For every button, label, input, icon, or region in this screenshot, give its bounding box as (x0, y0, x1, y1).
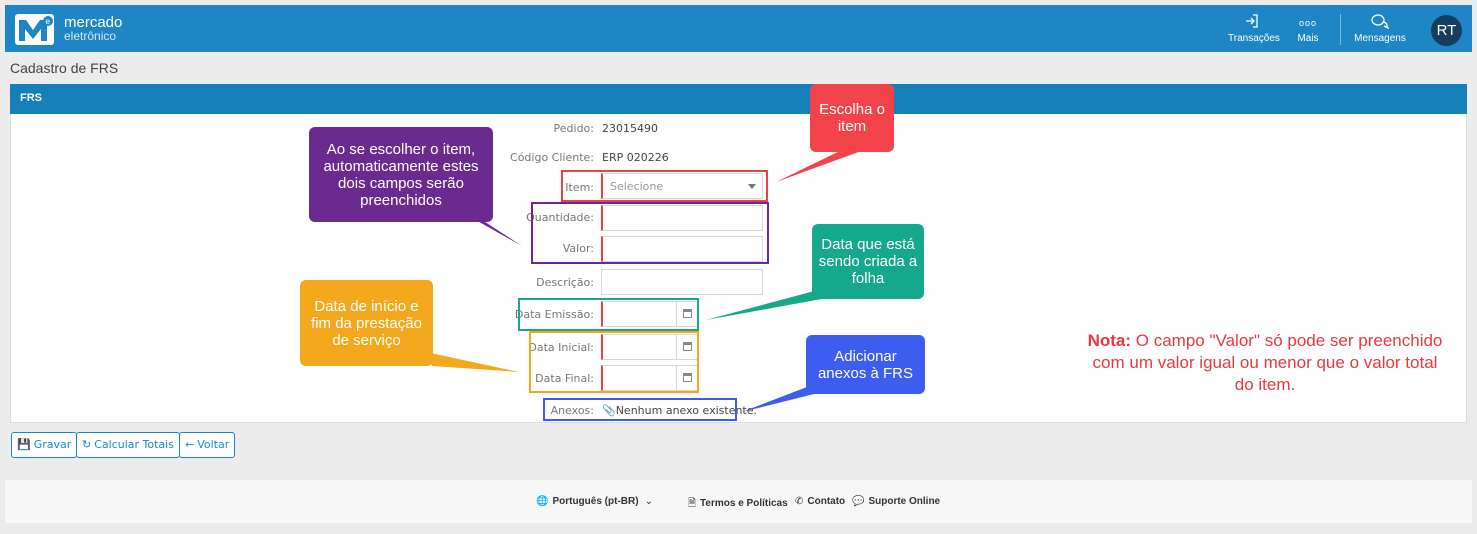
phone-icon: ✆ (795, 496, 804, 507)
nav-transacoes[interactable]: Transações (1228, 13, 1280, 45)
callout-anexos: Adicionar anexos à FRS (806, 335, 925, 394)
avatar[interactable]: RT (1431, 15, 1462, 46)
auto-fields-highlight (531, 202, 769, 264)
sign-in-icon (1228, 13, 1276, 33)
voltar-button[interactable]: ← Voltar (179, 432, 236, 458)
panel-header: FRS (10, 84, 1467, 114)
language-selector[interactable]: 🌐 Português (pt-BR) ⌄ (536, 496, 657, 507)
termos-link[interactable]: 🗎 Termos e Políticas (688, 496, 788, 513)
top-bar: e mercado eletrônico Transações ooo Mais… (5, 5, 1472, 52)
nav-label-mensagens: Mensagens (1354, 33, 1406, 44)
arrow-left-icon: ← (185, 438, 195, 451)
more-icon: ooo (1298, 18, 1318, 28)
logo-text: mercado eletrônico (64, 14, 123, 43)
chat-icon: 💬 (852, 496, 865, 507)
voltar-label: Voltar (197, 438, 230, 451)
refresh-icon: ↻ (82, 438, 92, 451)
pedido-value: 23015490 (602, 122, 658, 135)
suporte-label: Suporte Online (868, 496, 941, 507)
callout-campos-automaticos: Ao se escolher o item, automaticamente e… (309, 127, 493, 222)
svg-text:e: e (46, 17, 51, 26)
language-label: Português (pt-BR) (552, 496, 639, 507)
anexos-highlight (543, 398, 737, 421)
messages-icon (1354, 13, 1406, 33)
data-emissao-highlight (518, 298, 699, 331)
gravar-button[interactable]: 💾 Gravar (11, 432, 78, 458)
logo-line2: eletrônico (64, 29, 117, 43)
calcular-totais-button[interactable]: ↻ Calcular Totais (76, 432, 180, 458)
codigo-cliente-value: ERP 020226 (602, 151, 669, 164)
calcular-label: Calcular Totais (94, 438, 174, 451)
save-icon: 💾 (17, 438, 31, 451)
callout-data-emissao: Data que está sendo criada a folha (812, 224, 924, 299)
item-highlight (561, 170, 768, 202)
page-title: Cadastro de FRS (10, 60, 119, 76)
termos-label: Termos e Políticas (700, 498, 788, 509)
callout-escolha-item: Escolha o item (810, 84, 894, 152)
logo-line1: mercado (64, 14, 123, 31)
note-bold: Nota: (1087, 331, 1132, 350)
contato-label: Contato (807, 496, 846, 507)
nav-label-mais: Mais (1297, 33, 1319, 44)
note-body: O campo "Valor" só pode ser preenchido c… (1092, 331, 1443, 394)
document-icon: 🗎 (688, 498, 697, 509)
footer: 🌐 Português (pt-BR) ⌄ 🗎 Termos e Políticas … (5, 480, 1472, 523)
nav-divider (1340, 14, 1341, 45)
gravar-label: Gravar (33, 438, 72, 451)
nav-mensagens[interactable]: Mensagens (1354, 13, 1406, 45)
mercado-eletronico-logo-icon[interactable]: e (15, 14, 54, 45)
suporte-link[interactable]: 💬 Suporte Online (852, 496, 940, 507)
note-text: Nota: O campo "Valor" só pode ser preenc… (1085, 330, 1445, 396)
nav-mais[interactable]: ooo Mais (1294, 13, 1322, 45)
chevron-down-icon: ⌄ (644, 496, 653, 507)
nav-label-transacoes: Transações (1228, 33, 1280, 44)
periodo-highlight (529, 331, 699, 393)
contato-link[interactable]: ✆ Contato (795, 496, 845, 507)
callout-periodo-servico: Data de início e fim da prestação de ser… (300, 280, 433, 366)
descricao-input[interactable] (601, 269, 763, 295)
descricao-label: Descrição: (536, 276, 594, 289)
globe-icon: 🌐 (536, 496, 549, 507)
